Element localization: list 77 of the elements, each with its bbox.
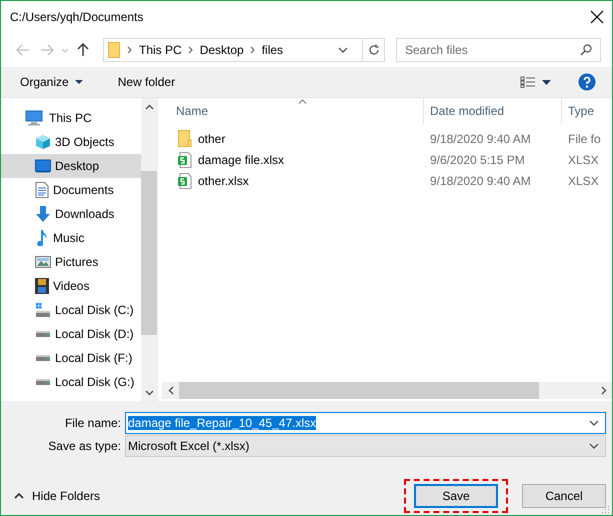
music-note-icon [35, 230, 49, 246]
cancel-button[interactable]: Cancel [522, 484, 606, 508]
breadcrumb[interactable]: files [262, 43, 284, 57]
sidebar-item[interactable]: Desktop [1, 154, 141, 178]
drive-icon [35, 354, 51, 362]
up-chevron-icon [14, 493, 24, 499]
close-icon[interactable] [590, 10, 604, 24]
right-arrow-icon [40, 44, 54, 56]
list-view-icon [520, 76, 536, 88]
chevron-icon [188, 46, 194, 54]
hide-folders-button[interactable]: Hide Folders [14, 489, 100, 503]
sidebar-item[interactable]: Downloads [1, 202, 141, 226]
file-type-dropdown[interactable]: Microsoft Excel (*.xlsx) [125, 434, 606, 456]
cube-icon [35, 134, 51, 150]
table-cell-text: XLSX [567, 152, 599, 166]
right-chevron-icon[interactable] [600, 386, 606, 395]
sidebar-item[interactable]: 3D Objects [1, 130, 141, 154]
table-cell-text: 9/18/2020 9:40 AM [429, 174, 532, 188]
organize-menu[interactable]: Organize [20, 75, 83, 89]
sidebar-item[interactable]: Local Disk (D:) [1, 322, 141, 346]
monitor-icon [35, 159, 51, 173]
table-cell-text: XLSX [567, 174, 599, 188]
film-strip-icon [35, 278, 49, 294]
spreadsheet-file-icon [178, 172, 192, 188]
spreadsheet-file-icon [178, 152, 192, 168]
left-arrow-icon [16, 44, 30, 56]
scrollbar[interactable] [162, 382, 612, 399]
sidebar-item[interactable]: Music [1, 226, 141, 250]
scrollbar[interactable] [141, 98, 157, 401]
sidebar-item[interactable]: Local Disk (G:) [1, 370, 141, 394]
search-icon [580, 44, 592, 56]
table-cell-text: 9/18/2020 9:40 AM [429, 132, 532, 146]
sidebar-item[interactable]: Local Disk (F:) [1, 346, 141, 370]
drive-icon [35, 378, 51, 386]
file-name[interactable]: other.xlsx [198, 174, 249, 188]
address-bar[interactable]: This PC Desktop files [103, 38, 385, 62]
up-chevron-icon[interactable] [144, 104, 154, 110]
sidebar-item[interactable]: Videos [1, 274, 141, 298]
caret-icon [542, 80, 551, 84]
help-icon[interactable] [578, 73, 596, 91]
resize-grip-icon[interactable] [602, 505, 610, 513]
caret-icon [61, 48, 69, 52]
sidebar-item[interactable]: Pictures [1, 250, 141, 274]
document-icon [35, 182, 49, 198]
window-title: C:/Users/yqh/Documents [10, 10, 144, 24]
file-name[interactable]: damage file.xlsx [198, 152, 284, 166]
left-chevron-icon[interactable] [168, 386, 174, 395]
table-cell-text: 9/6/2020 5:15 PM [429, 152, 526, 166]
sidebar-item[interactable]: This PC [1, 106, 141, 130]
chevron-icon [250, 46, 256, 54]
field-label: File name: [64, 416, 122, 430]
scrollbar-thumb[interactable] [141, 171, 157, 335]
folder-icon [178, 130, 192, 147]
drive-icon [35, 302, 51, 318]
down-chevron-icon[interactable] [144, 390, 154, 396]
new-folder-button[interactable]: New folder [118, 75, 176, 89]
down-arrow-icon [35, 206, 51, 222]
field-label: Save as type: [47, 438, 122, 452]
up-arrow-icon [77, 43, 89, 57]
refresh-icon [368, 44, 380, 56]
sidebar-item[interactable]: Local Disk (C:) [1, 298, 141, 322]
picture-icon [35, 255, 51, 269]
save-button[interactable]: Save [414, 484, 498, 508]
caret-icon [74, 80, 83, 84]
drive-icon [35, 330, 51, 338]
table-cell-text: File fo [567, 132, 601, 146]
view-options-button[interactable] [520, 76, 551, 88]
breadcrumb[interactable]: Desktop [200, 43, 244, 57]
folder-icon [108, 42, 121, 58]
breadcrumb[interactable]: This PC [139, 43, 182, 57]
computer-icon [25, 110, 43, 126]
chevron-icon [127, 46, 133, 54]
search-field[interactable]: Search files [396, 38, 601, 62]
sidebar-item[interactable]: Documents [1, 178, 141, 202]
file-name[interactable]: other [198, 132, 226, 146]
file-name-field[interactable]: damage file_Repair_10_45_47.xlsx [125, 412, 606, 434]
scrollbar-thumb[interactable] [179, 382, 539, 399]
